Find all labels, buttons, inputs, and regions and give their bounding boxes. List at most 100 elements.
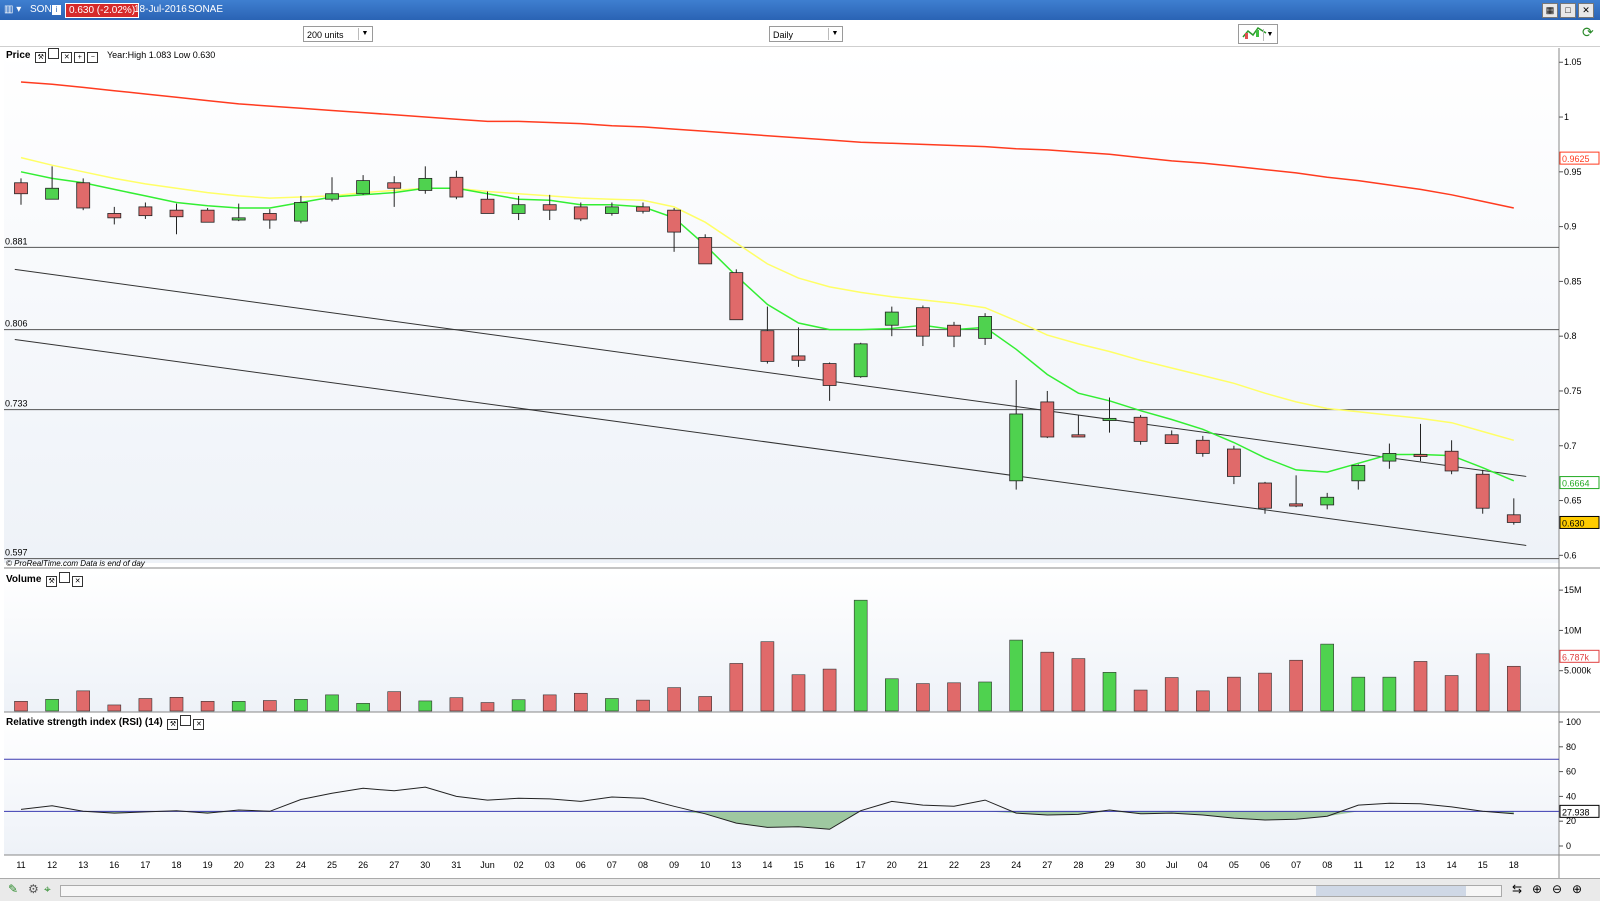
window-icon[interactable] [59,572,71,583]
rsi-panel-bg [4,715,1559,855]
candle-body [107,213,122,219]
zoom-in-icon[interactable]: ⊕ [1572,882,1582,896]
date-tick-label: 13 [1415,860,1425,870]
info-icon[interactable]: i [52,5,61,15]
date-tick-label: 30 [420,860,430,870]
price-tick-label: 0.6 [1564,550,1577,560]
chart-area[interactable]: 0.8810.8060.7330.597 11 12 13 16 17 18 19 20 23 2… [0,46,1600,898]
scroll-thumb[interactable] [1316,886,1466,896]
settings-icon[interactable]: ⚙ [28,882,39,896]
maximize-icon[interactable]: □ [1560,3,1576,18]
price-panel-label: Price [6,50,31,61]
close-icon[interactable]: ✕ [61,52,73,63]
horizontal-scrollbar[interactable] [60,885,1502,897]
volume-panel-header: Volume ⚒ ✕ [6,572,87,587]
candle-body [542,204,557,211]
candle-body [1506,514,1521,523]
date-tick-label: 05 [1229,860,1239,870]
rsi-tick-label: 80 [1566,742,1576,752]
date-tick-label: 14 [1447,860,1457,870]
volume-bar [1289,659,1303,712]
window-icon[interactable] [48,48,60,59]
candle-body [791,355,806,361]
candle-body [573,206,588,220]
date-tick-label: 24 [1011,860,1021,870]
chevron-down-icon: ▼ [358,28,371,40]
drawing-tools-icon[interactable]: ✎ [8,882,18,896]
date-tick-label: 21 [918,860,928,870]
volume-bar [791,674,806,712]
candle-body [356,180,371,195]
add-icon[interactable]: + [74,52,86,63]
cursor-icon[interactable]: ⌖ [44,882,51,897]
wrench-icon[interactable]: ⚒ [167,719,179,730]
wrench-icon[interactable]: ⚒ [46,576,58,587]
date-tick-label: 03 [545,860,555,870]
symbol-label[interactable]: SON [30,4,52,15]
volume-bar [1133,689,1148,712]
volume-bar [262,700,277,712]
wrench-icon[interactable]: ⚒ [35,52,47,63]
chevron-down-icon: ▼ [828,28,841,40]
date-tick-label: 25 [327,860,337,870]
chart-type-icon[interactable]: ▥ ▾ [4,4,21,15]
candle-body [1475,473,1490,509]
date-tick-label: 28 [1073,860,1083,870]
volume-tick-label: 5.000k [1564,666,1592,676]
layout-icon[interactable]: ▦ [1542,3,1558,18]
volume-tick-label: 15M [1564,585,1582,595]
level-label: 0.806 [5,319,28,329]
candle-body [387,182,402,189]
units-dropdown[interactable]: 200 units ▼ [303,26,373,42]
close-icon[interactable]: ✕ [193,719,205,730]
price-tick-label: 0.8 [1564,331,1577,341]
minimize-icon[interactable]: − [87,52,99,63]
level-label: 0.733 [5,399,28,409]
candle-body [1320,496,1335,506]
volume-bar [853,599,868,712]
volume-bar [1164,677,1179,712]
volume-bar [1320,643,1334,712]
date-tick-label: 26 [358,860,368,870]
close-icon[interactable]: ✕ [72,576,84,587]
candle-body [822,363,837,386]
candle-body [169,209,184,218]
volume-bar [45,699,59,712]
pan-icon[interactable]: ⇆ [1512,882,1522,896]
volume-bar [1102,672,1117,712]
date-tick-label: 06 [576,860,586,870]
candle-body [1289,503,1303,507]
candle-body [605,206,619,214]
candle-body [449,176,464,198]
volume-bar [1475,653,1490,712]
candle-body [418,177,433,191]
window-icon[interactable] [180,715,192,726]
level-label: 0.881 [5,236,28,246]
period-value: Daily [773,30,794,40]
rsi-tick-label: 0 [1566,841,1571,851]
candle-body [978,316,992,339]
refresh-icon[interactable]: ⟳ [1582,24,1594,41]
price-panel-header: Price ⚒ ✕ + − [6,48,102,63]
price-tick-label: 0.65 [1564,496,1582,506]
zoom-fit-icon[interactable]: ⊕ [1532,882,1542,896]
volume-bar [947,682,961,712]
period-dropdown[interactable]: Daily ▼ [769,26,843,42]
candle-body [1413,454,1428,457]
date-tick-label: 15 [1478,860,1488,870]
volume-bar [1444,675,1459,712]
date-tick-label: 20 [887,860,897,870]
volume-bar [14,701,28,712]
candle-body [884,311,899,326]
zoom-out-icon[interactable]: ⊖ [1552,882,1562,896]
rsi-panel-header: Relative strength index (RSI) (14) ⚒ ✕ [6,715,208,730]
volume-bar [1351,676,1366,712]
volume-tick-label: 10M [1564,625,1582,635]
close-icon[interactable]: ✕ [1578,3,1594,18]
volume-bar [1382,676,1397,712]
chart-style-button[interactable]: ▼ [1238,24,1278,44]
volume-bar [760,641,775,712]
volume-bar [449,697,464,712]
candle-body [729,272,744,321]
date-tick-label: 18 [1509,860,1519,870]
